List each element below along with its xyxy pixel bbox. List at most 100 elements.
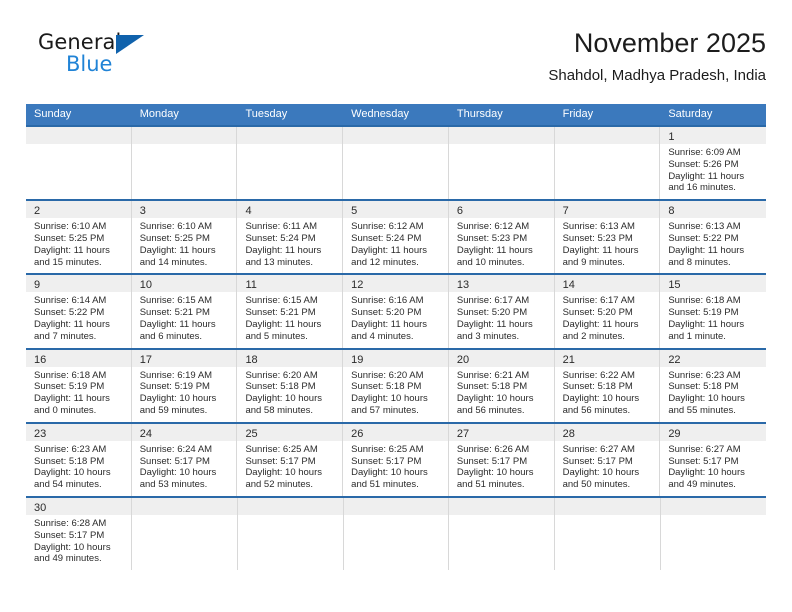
sunset-text: Sunset: 5:18 PM	[245, 381, 316, 393]
day-cell[interactable]: 24 Sunrise: 6:24 AM Sunset: 5:17 PM Dayligh…	[131, 423, 238, 496]
day-details: Sunrise: 6:12 AM Sunset: 5:24 PM Daylight:…	[343, 218, 448, 273]
day-details: Sunrise: 6:13 AM Sunset: 5:22 PM Daylight:…	[660, 218, 766, 273]
sunrise-text: Sunrise: 6:15 AM	[245, 295, 318, 307]
sunrise-text: Sunrise: 6:25 AM	[351, 443, 424, 455]
day-cell[interactable]: 18 Sunrise: 6:20 AM Sunset: 5:18 PM Dayligh…	[237, 349, 344, 422]
day-details: Sunrise: 6:19 AM Sunset: 5:19 PM Daylight:…	[132, 367, 237, 422]
day-cell[interactable]: 23 Sunrise: 6:23 AM Sunset: 5:18 PM Dayligh…	[26, 423, 132, 496]
day-number-band: 25	[237, 423, 343, 441]
day-number: 6	[456, 205, 463, 218]
day-number: 11	[245, 279, 257, 292]
day-number-band	[131, 127, 237, 144]
sunset-text: Sunset: 5:19 PM	[668, 307, 739, 319]
day-details: Sunrise: 6:17 AM Sunset: 5:20 PM Daylight:…	[449, 292, 554, 347]
day-number-band: 7	[554, 201, 660, 219]
day-cell[interactable]: 25 Sunrise: 6:25 AM Sunset: 5:17 PM Dayligh…	[237, 423, 344, 496]
day-details: Sunrise: 6:14 AM Sunset: 5:22 PM Daylight:…	[26, 292, 131, 347]
day-cell[interactable]: 13 Sunrise: 6:17 AM Sunset: 5:20 PM Dayligh…	[448, 275, 555, 348]
day-cell[interactable]: 3 Sunrise: 6:10 AM Sunset: 5:25 PM Daylight…	[131, 201, 238, 274]
day-cell[interactable]: 28 Sunrise: 6:27 AM Sunset: 5:17 PM Dayligh…	[554, 423, 661, 496]
day-cell-empty	[237, 497, 344, 571]
day-cell[interactable]: 21 Sunrise: 6:22 AM Sunset: 5:18 PM Dayligh…	[554, 349, 661, 422]
day-cell[interactable]: 26 Sunrise: 6:25 AM Sunset: 5:17 PM Dayligh…	[343, 423, 449, 496]
day-number: 20	[456, 353, 470, 366]
general-blue-logo[interactable]: General Blue	[38, 32, 218, 92]
day-number-band: 12	[343, 275, 448, 293]
sunset-text: Sunset: 5:17 PM	[562, 455, 633, 467]
day-number-band: 17	[131, 349, 237, 367]
daylight-text: Daylight: 11 hours and 8 minutes.	[668, 244, 745, 268]
day-cell[interactable]: 7 Sunrise: 6:13 AM Sunset: 5:23 PM Daylight…	[554, 201, 661, 274]
day-details: Sunrise: 6:24 AM Sunset: 5:17 PM Daylight:…	[132, 441, 237, 496]
day-number: 24	[139, 427, 152, 440]
day-details: Sunrise: 6:27 AM Sunset: 5:17 PM Daylight:…	[555, 441, 660, 496]
day-number-band: 27	[448, 423, 554, 441]
sunset-text: Sunset: 5:18 PM	[34, 455, 105, 467]
day-number-band	[237, 127, 343, 144]
sunset-text: Sunset: 5:24 PM	[245, 232, 316, 244]
day-cell[interactable]: 27 Sunrise: 6:26 AM Sunset: 5:17 PM Dayligh…	[448, 423, 555, 496]
daylight-text: Daylight: 11 hours and 7 minutes.	[34, 318, 110, 342]
day-cell[interactable]: 2 Sunrise: 6:10 AM Sunset: 5:25 PM Daylight…	[26, 201, 132, 274]
day-number-band: 14	[554, 275, 660, 293]
sunset-text: Sunset: 5:23 PM	[456, 232, 528, 244]
day-cell[interactable]: 14 Sunrise: 6:17 AM Sunset: 5:20 PM Dayligh…	[554, 275, 661, 348]
day-cell[interactable]: 6 Sunrise: 6:12 AM Sunset: 5:23 PM Daylight…	[448, 201, 555, 274]
daylight-text: Daylight: 11 hours and 14 minutes.	[139, 244, 216, 268]
day-cell[interactable]: 20 Sunrise: 6:21 AM Sunset: 5:18 PM Dayligh…	[448, 349, 555, 422]
day-number: 3	[139, 205, 146, 218]
day-cell[interactable]: 9 Sunrise: 6:14 AM Sunset: 5:22 PM Daylight…	[26, 275, 132, 348]
sunset-text: Sunset: 5:18 PM	[668, 381, 739, 393]
daylight-text: Daylight: 10 hours and 52 minutes.	[245, 467, 323, 491]
daylight-text: Daylight: 10 hours and 49 minutes.	[668, 467, 745, 491]
calendar-week-row: 16 Sunrise: 6:18 AM Sunset: 5:19 PM Dayligh…	[26, 347, 766, 422]
day-cell[interactable]: 17 Sunrise: 6:19 AM Sunset: 5:19 PM Dayligh…	[131, 349, 238, 422]
sunrise-text: Sunrise: 6:09 AM	[668, 147, 741, 158]
daylight-text: Daylight: 11 hours and 12 minutes.	[351, 244, 428, 268]
weekday-header-wednesday: Wednesday	[351, 108, 410, 120]
calendar-week-row: 30 Sunrise: 6:28 AM Sunset: 5:17 PM Dayligh…	[26, 495, 767, 571]
triangle-icon	[116, 35, 144, 54]
day-cell[interactable]: 30 Sunrise: 6:28 AM Sunset: 5:17 PM Dayligh…	[26, 497, 132, 571]
sunset-text: Sunset: 5:20 PM	[562, 307, 633, 319]
sunrise-text: Sunrise: 6:14 AM	[34, 295, 107, 307]
day-number-band: 10	[131, 275, 237, 293]
daylight-text: Daylight: 11 hours and 10 minutes.	[456, 244, 533, 268]
day-details: Sunrise: 6:25 AM Sunset: 5:17 PM Daylight:…	[343, 441, 448, 496]
day-cell[interactable]: 12 Sunrise: 6:16 AM Sunset: 5:20 PM Dayligh…	[343, 275, 449, 348]
day-cell[interactable]: 5 Sunrise: 6:12 AM Sunset: 5:24 PM Daylight…	[343, 201, 449, 274]
page-title: November 2025	[573, 28, 766, 58]
day-number: 17	[139, 353, 152, 366]
title-block: November 2025 Shahdol, Madhya Pradesh, I…	[548, 26, 766, 87]
day-details: Sunrise: 6:22 AM Sunset: 5:18 PM Daylight:…	[555, 367, 660, 422]
day-cell[interactable]: 16 Sunrise: 6:18 AM Sunset: 5:19 PM Dayligh…	[26, 349, 132, 422]
day-details: Sunrise: 6:12 AM Sunset: 5:23 PM Daylight:…	[449, 218, 554, 273]
day-cell[interactable]: 15 Sunrise: 6:18 AM Sunset: 5:19 PM Dayligh…	[660, 275, 766, 348]
day-number: 1	[668, 131, 675, 143]
sunset-text: Sunset: 5:24 PM	[351, 232, 422, 244]
day-details: Sunrise: 6:18 AM Sunset: 5:19 PM Daylight:…	[26, 367, 131, 422]
sunset-text: Sunset: 5:21 PM	[139, 307, 210, 319]
day-cell[interactable]: 22 Sunrise: 6:23 AM Sunset: 5:18 PM Dayligh…	[660, 349, 766, 422]
day-cell[interactable]: 1 Sunrise: 6:09 AM Sunset: 5:26 PM Daylight…	[660, 127, 766, 200]
day-cell[interactable]: 4 Sunrise: 6:11 AM Sunset: 5:24 PM Daylight…	[237, 201, 344, 274]
day-number: 23	[34, 427, 47, 440]
calendar-week-row: 1 Sunrise: 6:09 AM Sunset: 5:26 PM Daylight…	[26, 125, 766, 200]
daylight-text: Daylight: 10 hours and 56 minutes.	[456, 393, 534, 416]
day-cell[interactable]: 11 Sunrise: 6:15 AM Sunset: 5:21 PM Dayligh…	[237, 275, 344, 348]
day-cell-empty	[131, 497, 238, 571]
day-cell[interactable]: 19 Sunrise: 6:20 AM Sunset: 5:18 PM Dayligh…	[343, 349, 449, 422]
day-cell[interactable]: 8 Sunrise: 6:13 AM Sunset: 5:22 PM Daylight…	[660, 201, 766, 274]
sunrise-text: Sunrise: 6:18 AM	[668, 295, 741, 307]
sunset-text: Sunset: 5:18 PM	[562, 381, 633, 393]
day-number-band	[343, 497, 449, 515]
sunrise-text: Sunrise: 6:17 AM	[562, 295, 635, 307]
sunset-text: Sunset: 5:17 PM	[139, 455, 210, 467]
day-cell[interactable]: 10 Sunrise: 6:15 AM Sunset: 5:21 PM Dayligh…	[131, 275, 238, 348]
sunrise-text: Sunrise: 6:26 AM	[456, 443, 530, 455]
sunrise-text: Sunrise: 6:13 AM	[668, 221, 741, 233]
daylight-text: Daylight: 11 hours and 13 minutes.	[245, 244, 322, 268]
daylight-text: Daylight: 11 hours and 0 minutes.	[34, 393, 110, 416]
day-cell[interactable]: 29 Sunrise: 6:27 AM Sunset: 5:17 PM Dayligh…	[660, 423, 766, 496]
day-number-band: 11	[237, 275, 343, 293]
